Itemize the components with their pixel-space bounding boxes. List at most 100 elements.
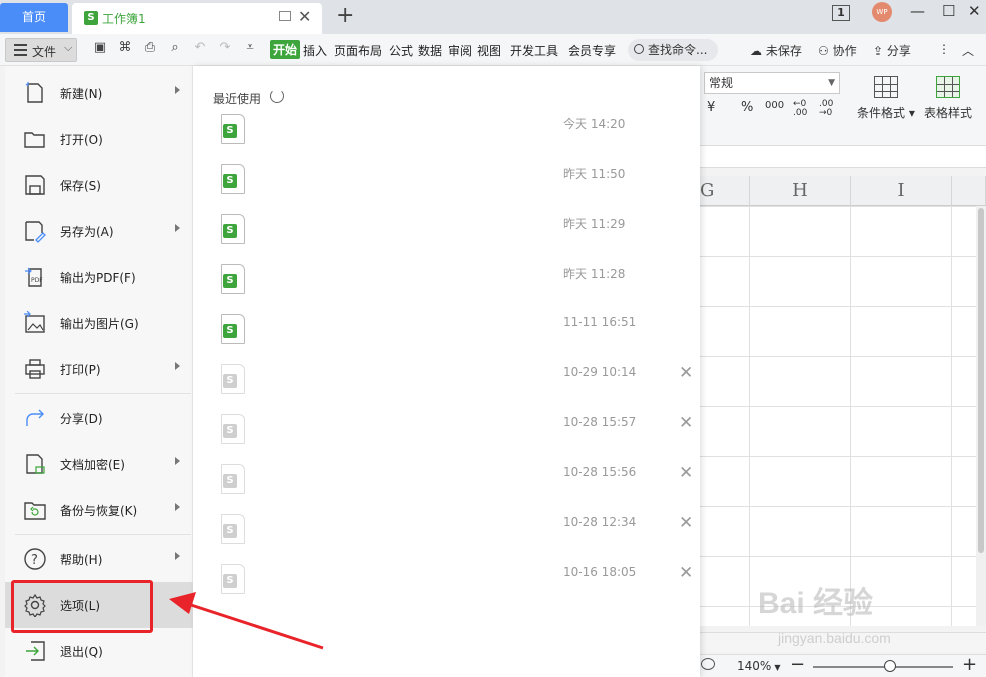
remove-recent-icon[interactable]: ✕ xyxy=(679,513,693,533)
format-painter-icon[interactable]: ⌘ xyxy=(118,41,132,55)
zoom-level[interactable]: 140% ▼ xyxy=(737,659,780,673)
scroll-thumb[interactable] xyxy=(978,208,984,553)
spreadsheet-file-icon: S xyxy=(221,464,245,494)
recent-file-row[interactable]: S 昨天 11:50 xyxy=(193,158,700,208)
recent-file-row[interactable]: S 今天 14:20 xyxy=(193,108,700,158)
customize-dropdown-icon[interactable]: ⩡ xyxy=(243,41,257,55)
zoom-in-icon[interactable]: + xyxy=(962,654,977,675)
undo-icon[interactable]: ↶ xyxy=(193,41,207,55)
print-preview-icon[interactable]: ⌕ xyxy=(168,41,182,55)
share-button[interactable]: ⇪ 分享 xyxy=(873,42,911,59)
command-search[interactable]: 查找命令... xyxy=(628,39,718,61)
recent-file-row[interactable]: S 昨天 11:28 xyxy=(193,258,700,308)
close-tab-icon[interactable]: ✕ xyxy=(298,7,311,26)
remove-recent-icon[interactable]: ✕ xyxy=(679,363,693,383)
spreadsheet-logo-icon: S xyxy=(223,424,237,438)
collab-button[interactable]: ⚇ 协作 xyxy=(818,42,857,59)
menu-item-encrypt[interactable]: 文档加密(E) xyxy=(5,441,193,487)
vertical-scrollbar[interactable] xyxy=(976,206,986,626)
column-header-next[interactable] xyxy=(952,176,986,206)
tab-insert[interactable]: 插入 xyxy=(303,42,327,59)
print-icon[interactable]: ⎙ xyxy=(143,41,157,55)
submenu-arrow-icon xyxy=(175,86,180,94)
menu-item-share[interactable]: 分享(D) xyxy=(5,395,193,441)
tab-developer[interactable]: 开发工具 xyxy=(510,42,558,59)
increase-decimal-icon[interactable]: ←0 .00 xyxy=(793,100,813,118)
menu-item-export-pdf[interactable]: PDF 输出为PDF(F) xyxy=(5,254,193,300)
more-icon[interactable]: ⋮ xyxy=(938,42,950,56)
recent-file-row[interactable]: S 昨天 11:29 xyxy=(193,208,700,258)
menu-item-save[interactable]: 保存(S) xyxy=(5,162,193,208)
formula-bar[interactable] xyxy=(700,146,986,168)
spreadsheet-file-icon: S xyxy=(221,364,245,394)
spreadsheet-file-icon: S xyxy=(221,314,245,344)
save-icon[interactable]: ▣ xyxy=(93,41,107,55)
spreadsheet-file-icon: S xyxy=(221,514,245,544)
recent-file-row[interactable]: S 10-28 12:34 ✕ xyxy=(193,508,700,558)
tab-page-layout[interactable]: 页面布局 xyxy=(334,42,382,59)
zoom-out-icon[interactable]: − xyxy=(790,654,805,675)
chevron-down-icon: ⌵ xyxy=(64,41,73,54)
menu-label: 帮助(H) xyxy=(60,553,103,567)
unsaved-button[interactable]: ☁ 未保存 xyxy=(750,42,802,59)
submenu-arrow-icon xyxy=(175,552,180,560)
menu-item-print[interactable]: 打印(P) xyxy=(5,346,193,392)
table-style-button[interactable]: 表格样式 xyxy=(924,76,972,121)
menu-item-save-as[interactable]: 另存为(A) xyxy=(5,208,193,254)
collab-label: 协作 xyxy=(832,44,857,58)
decrease-decimal-icon[interactable]: .00 →0 xyxy=(819,100,839,118)
tab-formulas[interactable]: 公式 xyxy=(389,42,413,59)
column-header-i[interactable]: I xyxy=(851,176,952,206)
recent-file-row[interactable]: S 10-29 10:14 ✕ xyxy=(193,358,700,408)
refresh-icon[interactable] xyxy=(270,89,284,103)
search-icon xyxy=(634,44,644,54)
zoom-slider-handle[interactable] xyxy=(884,660,896,672)
submenu-arrow-icon xyxy=(175,224,180,232)
percent-icon[interactable]: % xyxy=(741,100,753,115)
file-menu-button[interactable]: 文件 ⌵ xyxy=(5,38,77,62)
remove-recent-icon[interactable]: ✕ xyxy=(679,463,693,483)
zoom-slider[interactable] xyxy=(813,666,953,668)
close-window-icon[interactable]: ✕ xyxy=(968,2,981,20)
currency-icon[interactable]: ¥ xyxy=(707,100,715,115)
column-header-g[interactable]: G xyxy=(700,176,750,206)
avatar[interactable]: WP xyxy=(872,2,892,22)
thousands-icon[interactable]: 000 xyxy=(765,100,784,111)
recent-file-time: 10-29 10:14 xyxy=(563,365,637,379)
tab-home[interactable]: 首页 xyxy=(0,3,68,32)
remove-recent-icon[interactable]: ✕ xyxy=(679,413,693,433)
collapse-ribbon-icon[interactable]: ︿ xyxy=(962,42,974,59)
tab-member[interactable]: 会员专享 xyxy=(568,42,616,59)
redo-icon[interactable]: ↷ xyxy=(218,41,232,55)
menu-item-new[interactable]: 新建(N) xyxy=(5,70,193,116)
menu-item-backup[interactable]: 备份与恢复(K) xyxy=(5,487,193,533)
menu-label: 保存(S) xyxy=(60,179,101,193)
window-count-icon[interactable]: 1 xyxy=(832,5,850,21)
tab-workbook[interactable]: S 工作簿1 ✕ xyxy=(72,3,322,34)
tab-home-ribbon[interactable]: 开始 xyxy=(270,40,301,59)
tab-data[interactable]: 数据 xyxy=(418,42,442,59)
menu-item-help[interactable]: ? 帮助(H) xyxy=(5,536,193,582)
eye-icon[interactable] xyxy=(701,658,715,670)
tab-view[interactable]: 视图 xyxy=(477,42,501,59)
number-format-select[interactable]: 常规 ▼ xyxy=(704,72,840,94)
share-label: 分享 xyxy=(886,44,911,58)
new-tab-icon[interactable]: + xyxy=(336,3,354,28)
conditional-format-button[interactable]: 条件格式 ▾ xyxy=(857,76,915,121)
menu-item-export-image[interactable]: 输出为图片(G) xyxy=(5,300,193,346)
recent-file-row[interactable]: S 10-28 15:56 ✕ xyxy=(193,458,700,508)
recent-file-time: 10-28 15:57 xyxy=(563,415,637,429)
column-header-h[interactable]: H xyxy=(750,176,851,206)
maximize-icon[interactable]: ☐ xyxy=(942,2,955,20)
save-icon xyxy=(25,175,45,195)
cell-grid[interactable] xyxy=(700,206,976,626)
recent-file-row[interactable]: S 10-28 15:57 ✕ xyxy=(193,408,700,458)
monitor-icon[interactable] xyxy=(279,11,291,21)
menu-item-open[interactable]: 打开(O) xyxy=(5,116,193,162)
tab-review[interactable]: 审阅 xyxy=(448,42,472,59)
recent-file-row[interactable]: S 11-11 16:51 xyxy=(193,308,700,358)
remove-recent-icon[interactable]: ✕ xyxy=(679,563,693,583)
menu-label: 打印(P) xyxy=(60,363,101,377)
submenu-arrow-icon xyxy=(175,503,180,511)
minimize-icon[interactable]: — xyxy=(910,2,925,20)
